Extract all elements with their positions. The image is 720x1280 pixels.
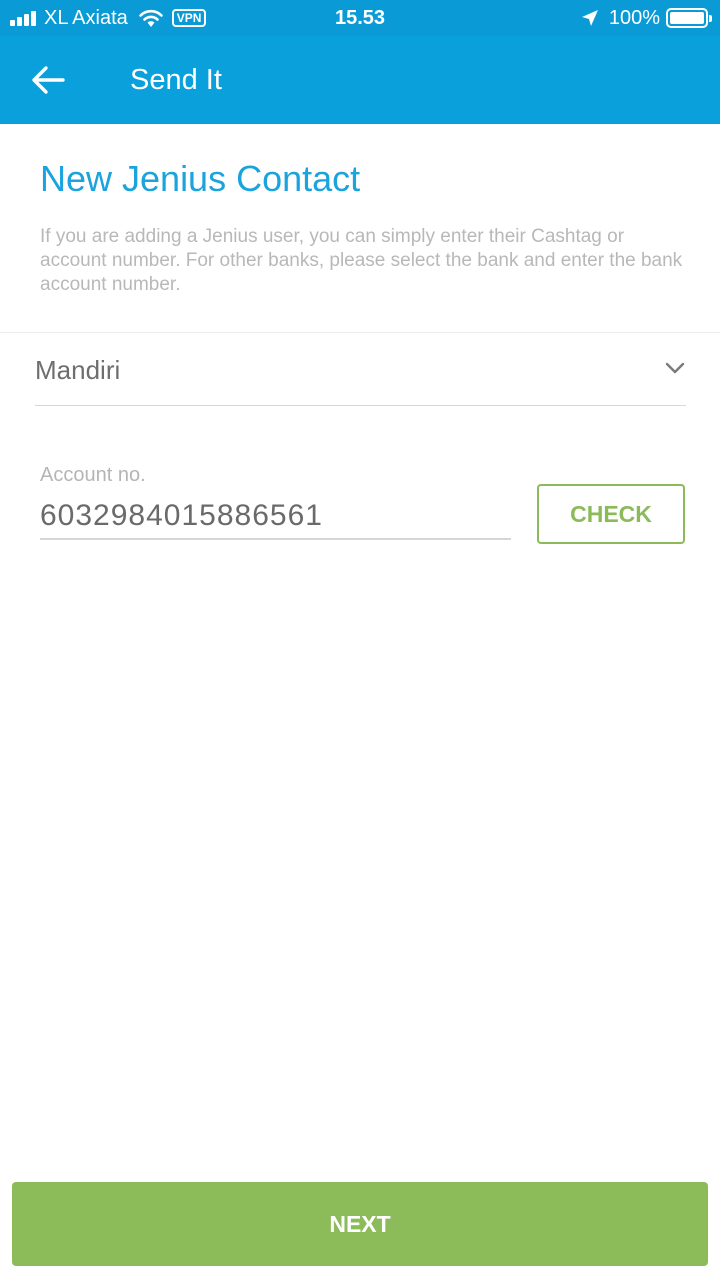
battery-icon <box>666 8 712 28</box>
page-heading: New Jenius Contact <box>40 158 361 199</box>
status-bar: XL Axiata VPN 15.53 100% <box>0 0 720 36</box>
location-arrow-icon <box>581 10 598 26</box>
account-number-input[interactable] <box>40 494 511 540</box>
bank-selected-value: Mandiri <box>35 355 121 385</box>
check-button[interactable]: CHECK <box>537 484 685 544</box>
bank-select-dropdown[interactable]: Mandiri <box>35 334 686 406</box>
page-description: If you are adding a Jenius user, you can… <box>40 226 683 295</box>
divider <box>0 332 720 333</box>
app-bar-title: Send It <box>130 64 222 96</box>
app-bar: Send It <box>0 36 720 124</box>
account-number-label: Account no. <box>40 464 146 486</box>
arrow-left-icon <box>32 66 65 94</box>
battery-percentage: 100% <box>608 6 660 29</box>
status-right: 100% <box>581 6 712 30</box>
back-button[interactable] <box>20 56 76 104</box>
chevron-down-icon <box>665 362 685 374</box>
next-button[interactable]: NEXT <box>12 1182 708 1266</box>
